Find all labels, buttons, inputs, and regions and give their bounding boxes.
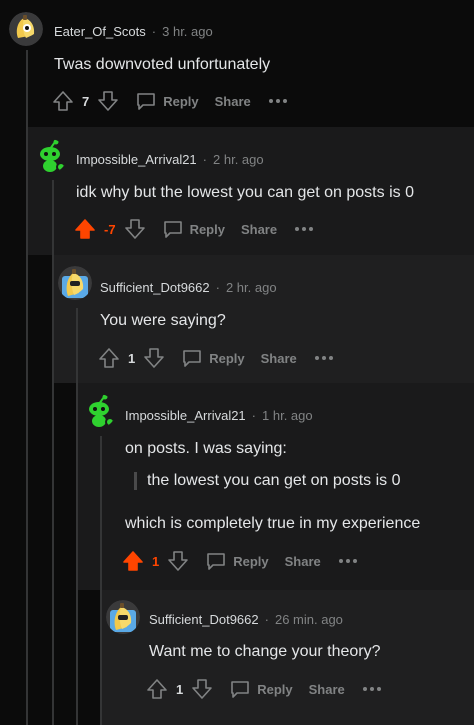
vote-count: 7 [82,93,90,109]
comment-text: on posts. I was saying: [125,440,287,457]
reply-button[interactable]: Reply [257,682,292,697]
username[interactable]: Sufficient_Dot9662 [100,280,210,295]
share-button[interactable]: Share [261,351,297,366]
separator: · [251,408,257,423]
comment-text: Twas downvoted unfortunately [54,56,271,73]
reply-button[interactable]: Reply [190,222,225,237]
downvote-icon[interactable] [124,218,146,240]
timestamp: 26 min. ago [274,612,343,627]
vote-count: 1 [176,681,184,697]
comment-icon[interactable] [162,218,184,240]
share-button[interactable]: Share [241,222,277,237]
banana-avatar[interactable] [106,600,140,634]
reply-button[interactable]: Reply [209,351,244,366]
thread-line[interactable] [52,180,54,725]
share-button[interactable]: Share [285,554,321,569]
more-icon[interactable] [313,354,335,362]
separator: · [151,24,157,39]
banana-avatar[interactable] [9,12,43,46]
username[interactable]: Impossible_Arrival21 [125,408,246,423]
share-button[interactable]: Share [309,682,345,697]
timestamp: 1 hr. ago [262,408,313,423]
comment-text: You were saying? [100,312,226,329]
vote-count: 1 [152,553,160,569]
quote-block: the lowest you can get on posts is 0 [134,472,400,490]
thread-line[interactable] [100,436,102,725]
upvote-icon[interactable] [98,347,120,369]
thread-line[interactable] [76,308,78,725]
separator: · [215,280,220,295]
more-icon[interactable] [361,685,383,693]
upvote-icon[interactable] [52,90,74,112]
timestamp: 3 hr. ago [162,24,213,39]
comment-icon[interactable] [135,90,157,112]
comment-icon[interactable] [181,347,203,369]
thread-line[interactable] [26,50,28,725]
separator: · [202,152,208,167]
timestamp: 2 hr. ago [213,152,264,167]
separator: · [264,612,269,627]
vote-count: 1 [128,350,136,366]
upvote-icon[interactable] [74,218,96,240]
downvote-icon[interactable] [97,90,119,112]
comment-text: Want me to change your theory? [149,643,381,660]
downvote-icon[interactable] [143,347,165,369]
comment-icon[interactable] [205,550,227,572]
more-icon[interactable] [293,225,315,233]
downvote-icon[interactable] [191,678,213,700]
share-button[interactable]: Share [215,94,251,109]
vote-count: -7 [104,221,116,237]
upvote-icon[interactable] [122,550,144,572]
banana-avatar[interactable] [58,266,92,300]
upvote-icon[interactable] [146,678,168,700]
reply-button[interactable]: Reply [163,94,198,109]
username[interactable]: Eater_Of_Scots [54,24,146,39]
username[interactable]: Sufficient_Dot9662 [149,612,259,627]
snoo-avatar[interactable] [33,139,67,173]
snoo-avatar[interactable] [82,394,116,428]
timestamp: 2 hr. ago [225,280,277,295]
more-icon[interactable] [337,557,359,565]
comment-text-2: which is completely true in my experienc… [125,515,421,532]
username[interactable]: Impossible_Arrival21 [76,152,197,167]
comment-text: idk why but the lowest you can get on po… [76,184,414,201]
reply-button[interactable]: Reply [233,554,268,569]
comment-icon[interactable] [229,678,251,700]
downvote-icon[interactable] [167,550,189,572]
more-icon[interactable] [267,97,289,105]
